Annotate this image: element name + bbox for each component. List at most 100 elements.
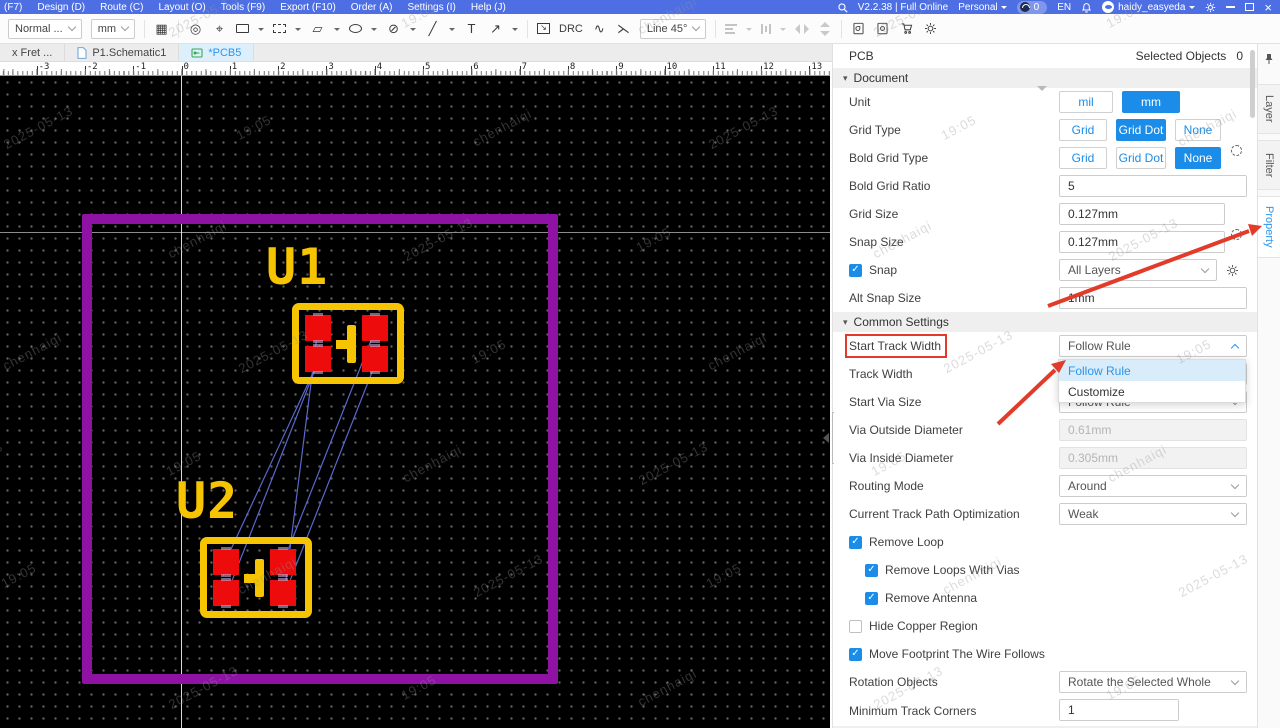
move-footprint-wire-follows-checkbox[interactable]: ✓: [849, 647, 862, 661]
drc-check-icon[interactable]: DRC: [559, 20, 583, 38]
menu-item-order[interactable]: Order (A): [351, 2, 393, 13]
unit-select[interactable]: mm: [90, 18, 136, 39]
pad[interactable]: [362, 315, 388, 341]
grid-type-grid-button[interactable]: Grid: [1059, 119, 1107, 141]
pad[interactable]: [362, 346, 388, 372]
snap-size-input[interactable]: 0.127mm: [1059, 231, 1225, 253]
bell-icon[interactable]: [1081, 2, 1092, 13]
grid-type-none-button[interactable]: None: [1175, 119, 1221, 141]
pin-tool-icon[interactable]: ⌖: [212, 20, 227, 38]
bold-grid-type-none-button[interactable]: None: [1175, 147, 1221, 169]
grid-settings-icon[interactable]: ▦: [154, 20, 169, 38]
start-track-width-select[interactable]: Follow Rule: [1059, 335, 1247, 357]
caret-icon[interactable]: [258, 27, 265, 34]
panel-scrollbar[interactable]: [1250, 50, 1255, 118]
pad[interactable]: [305, 346, 331, 372]
caret-icon[interactable]: [334, 27, 341, 34]
caret-icon[interactable]: [449, 27, 456, 34]
language-switch[interactable]: EN: [1057, 2, 1071, 13]
close-button[interactable]: ×: [1264, 0, 1272, 15]
dock-tab-filter[interactable]: Filter: [1258, 140, 1280, 190]
pad[interactable]: [270, 580, 296, 606]
menu-item-help[interactable]: Help (J): [471, 2, 506, 13]
unit-mil-button[interactable]: mil: [1059, 91, 1113, 113]
pcb-canvas[interactable]: U1 U2: [0, 76, 830, 728]
menu-item-design[interactable]: Design (D): [37, 2, 85, 13]
sync-size-icon[interactable]: [1231, 229, 1242, 240]
menu-item-tools[interactable]: Tools (F9): [221, 2, 265, 13]
snap-settings-gear-icon[interactable]: [1226, 264, 1239, 277]
text-tool-icon[interactable]: T: [464, 20, 479, 38]
grid-type-griddot-button[interactable]: Grid Dot: [1116, 119, 1166, 141]
region-tool-icon[interactable]: [273, 24, 287, 33]
order-cart-icon[interactable]: [899, 20, 914, 38]
import-canvas-icon[interactable]: ↘: [537, 23, 551, 34]
snap-layers-select[interactable]: All Layers: [1059, 259, 1217, 281]
track-path-optimization-select[interactable]: Weak: [1059, 503, 1247, 525]
hide-copper-region-checkbox[interactable]: [849, 619, 862, 633]
dock-tab-property[interactable]: Property: [1258, 196, 1280, 258]
panel-collapse-handle[interactable]: [822, 412, 834, 464]
caret-icon[interactable]: [295, 27, 302, 34]
dimension-tool-icon[interactable]: ↗: [488, 20, 503, 38]
unit-mm-button[interactable]: mm: [1122, 91, 1180, 113]
section-common-settings[interactable]: ▾ Common Settings: [833, 312, 1257, 332]
polygon-tool-icon[interactable]: ▱: [310, 20, 325, 38]
coin-balance-badge[interactable]: 0: [1016, 0, 1048, 14]
cut-track-icon[interactable]: ⋋: [616, 20, 631, 38]
dropdown-option-follow-rule[interactable]: Follow Rule: [1059, 360, 1245, 381]
menu-item-settings[interactable]: Settings (I): [407, 2, 455, 13]
component-label[interactable]: U1: [266, 238, 328, 296]
menu-item-route[interactable]: Route (C): [100, 2, 143, 13]
pad[interactable]: [270, 549, 296, 575]
pin-icon[interactable]: [1264, 52, 1274, 70]
sync-grid-icon[interactable]: [1231, 145, 1242, 156]
pad[interactable]: [305, 315, 331, 341]
caret-icon[interactable]: [371, 27, 378, 34]
pad[interactable]: [213, 580, 239, 606]
export-gerber-icon[interactable]: [851, 20, 866, 38]
pad[interactable]: [213, 549, 239, 575]
export-bom-icon[interactable]: [875, 20, 890, 38]
mode-select[interactable]: Normal ...: [8, 18, 82, 39]
maximize-button[interactable]: [1245, 3, 1255, 11]
dropdown-option-customize[interactable]: Customize: [1059, 381, 1245, 402]
dock-tab-layer[interactable]: Layer: [1258, 84, 1280, 134]
grid-size-input[interactable]: 0.127mm: [1059, 203, 1225, 225]
caret-icon[interactable]: [410, 27, 417, 34]
bold-grid-ratio-input[interactable]: 5: [1059, 175, 1247, 197]
account-menu[interactable]: haidy_easyeda: [1102, 1, 1196, 13]
plan-selector[interactable]: Personal: [958, 2, 1007, 13]
route-wire-icon[interactable]: ∿: [592, 20, 607, 38]
minimum-track-corners-input[interactable]: 1: [1059, 699, 1179, 721]
remove-loops-with-vias-checkbox[interactable]: ✓: [865, 563, 878, 577]
rect-tool-icon[interactable]: [236, 24, 250, 33]
menu-item-export[interactable]: Export (F10): [280, 2, 336, 13]
remove-antenna-checkbox[interactable]: ✓: [865, 591, 878, 605]
section-document[interactable]: ▾ Document: [833, 68, 1257, 88]
rotation-objects-select[interactable]: Rotate the Selected Whole: [1059, 671, 1247, 693]
ellipse-tool-icon[interactable]: [349, 24, 363, 33]
footprint-u1[interactable]: [292, 303, 404, 384]
tab-pcb[interactable]: *PCB5: [179, 44, 255, 61]
menu-item-place[interactable]: (F7): [4, 2, 22, 13]
component-label[interactable]: U2: [176, 472, 238, 530]
caret-icon[interactable]: [512, 27, 519, 34]
via-tool-icon[interactable]: ◎: [188, 20, 203, 38]
settings-gear-icon[interactable]: [1205, 2, 1216, 13]
footprint-u2[interactable]: [200, 537, 312, 618]
bold-grid-type-griddot-button[interactable]: Grid Dot: [1116, 147, 1166, 169]
toolbar-settings-gear-icon[interactable]: [923, 20, 938, 38]
keepout-tool-icon[interactable]: ⊘: [386, 20, 401, 38]
snap-checkbox[interactable]: ✓: [849, 263, 862, 277]
tab-schematic[interactable]: P1.Schematic1: [65, 44, 180, 61]
line-tool-icon[interactable]: ╱: [425, 20, 440, 38]
tab-project[interactable]: x Fret ...: [0, 44, 66, 61]
bold-grid-type-grid-button[interactable]: Grid: [1059, 147, 1107, 169]
menu-item-layout[interactable]: Layout (O): [159, 2, 206, 13]
remove-loop-checkbox[interactable]: ✓: [849, 535, 862, 549]
routing-mode-select[interactable]: Around: [1059, 475, 1247, 497]
minimize-button[interactable]: [1226, 6, 1236, 8]
alt-snap-size-input[interactable]: 1mm: [1059, 287, 1247, 309]
search-icon[interactable]: [837, 2, 848, 13]
